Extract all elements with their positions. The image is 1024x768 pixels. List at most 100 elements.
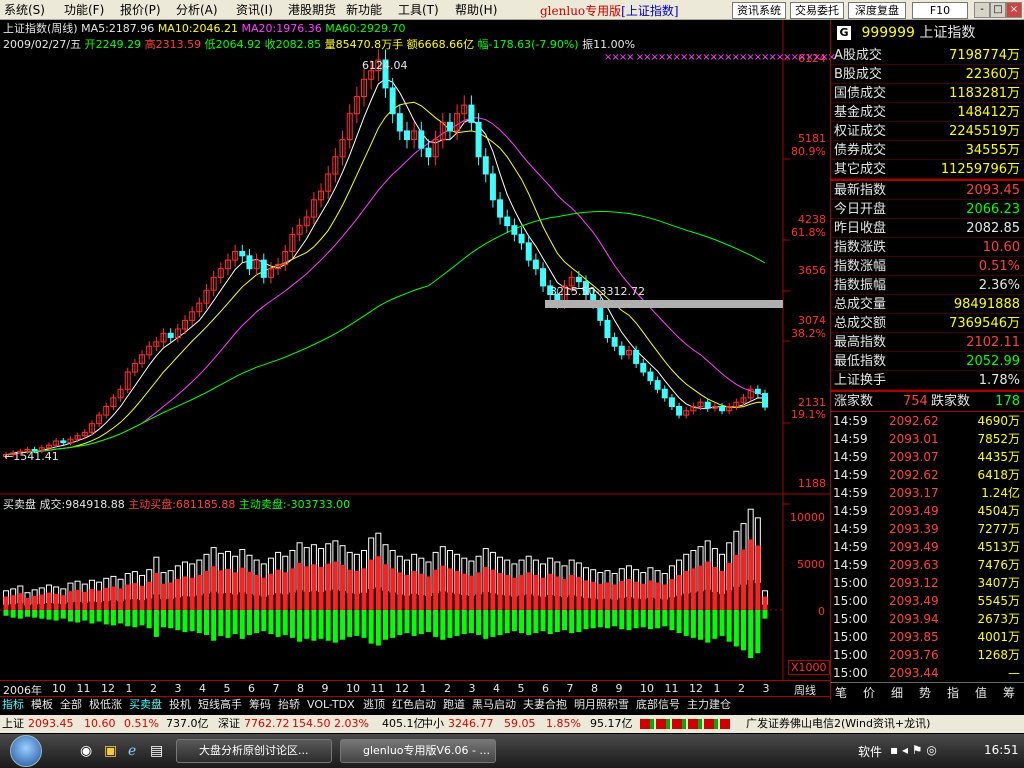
active-sell-bar xyxy=(232,610,238,634)
active-buy-bar xyxy=(647,580,653,610)
menu-tools[interactable]: 工具(T) xyxy=(398,2,439,18)
folder-icon[interactable]: ▣ xyxy=(104,743,117,759)
chrome-icon[interactable]: ◉ xyxy=(80,743,92,759)
indicator-tab[interactable]: 筹码 xyxy=(249,698,271,712)
start-button[interactable] xyxy=(10,735,42,767)
index-row: 指数振幅 2.36% xyxy=(831,276,1024,295)
axis-label: 4238 xyxy=(798,213,826,226)
time-label: 3 xyxy=(762,682,770,695)
menu-function[interactable]: 功能(F) xyxy=(64,2,104,18)
volume-value: 148412万 xyxy=(957,105,1020,120)
sz-percent: 2.03% xyxy=(334,717,369,730)
indicator-tab[interactable]: VOL-TDX xyxy=(307,698,355,712)
maximize-button[interactable]: □ xyxy=(990,2,1006,18)
volume-row: B股成交 22360万 xyxy=(831,65,1024,84)
task-app[interactable]: glenluo专用版V6.06 - ... xyxy=(340,739,496,763)
chart-header: 上证指数(周线) MA5:2187.96 MA10:2046.21 MA20:1… xyxy=(0,21,830,55)
trade-order-button[interactable]: 交易委托 xyxy=(790,2,844,19)
time-label: 9 xyxy=(321,682,329,695)
close-button[interactable]: × xyxy=(1006,2,1022,18)
task-forum[interactable]: 大盘分析原创讨论区... xyxy=(176,739,332,763)
index-value: 2052.99 xyxy=(966,354,1020,369)
trade-list[interactable]: 14:59 2092.62 4690万 14:59 2093.01 7852万 14:59 2… xyxy=(831,412,1024,682)
trade-price: 2093.49 xyxy=(889,504,939,518)
active-sell-bar xyxy=(390,610,396,638)
time-label: 8 xyxy=(297,682,304,695)
indicator-tab[interactable]: 买卖盘 xyxy=(129,698,162,712)
quote-tab[interactable]: 价 xyxy=(863,684,875,701)
menu-info[interactable]: 资讯(I) xyxy=(236,2,273,18)
menu-hk-futures[interactable]: 港股期货 xyxy=(288,2,336,18)
quote-tab[interactable]: 值 xyxy=(975,684,987,701)
quote-tab[interactable]: 细 xyxy=(891,684,903,701)
info-system-button[interactable]: 资讯系统 xyxy=(732,2,786,19)
active-buy-bar xyxy=(741,549,747,610)
active-buy-bar xyxy=(332,561,338,610)
tray-label[interactable]: 软件 xyxy=(858,743,882,760)
menu-help[interactable]: 帮助(H) xyxy=(455,2,497,18)
active-buy-bar xyxy=(619,581,625,610)
active-sell-bar xyxy=(476,610,482,635)
active-buy-bar xyxy=(411,571,417,610)
clock: 16:51 xyxy=(984,743,1019,757)
indicator-tab[interactable]: 跑道 xyxy=(443,698,465,712)
menu-new-features[interactable]: 新功能 xyxy=(346,2,382,18)
trade-qty: 5545万 xyxy=(977,594,1020,608)
indicator-tab[interactable]: 抬轿 xyxy=(278,698,300,712)
indicator-tab[interactable]: 投机 xyxy=(169,698,191,712)
active-sell-bar xyxy=(354,610,360,636)
menu-quote[interactable]: 报价(P) xyxy=(120,2,161,18)
active-buy-bar xyxy=(511,577,517,610)
status-bar: 上证 2093.45 10.60 0.51% 737.0亿 深证 7762.72… xyxy=(0,715,1024,733)
indicator-tab[interactable]: 黑马启动 xyxy=(472,698,516,712)
indicator-tab[interactable]: 模板 xyxy=(31,698,53,712)
active-buy-bar xyxy=(24,597,30,610)
indicator-tab[interactable]: 指标 xyxy=(2,698,24,712)
active-sell-bar xyxy=(182,610,188,633)
ie-icon[interactable]: ℯ xyxy=(128,743,136,759)
candle-body xyxy=(604,319,611,339)
active-sell-bar xyxy=(24,610,30,617)
show-desktop-icon[interactable]: ▤ xyxy=(150,743,163,759)
index-label: 上证换手 xyxy=(834,373,887,388)
active-buy-bar xyxy=(676,575,682,610)
trade-qty: 4001万 xyxy=(977,630,1020,644)
menu-analysis[interactable]: 分析(A) xyxy=(176,2,218,18)
time-label: 1 xyxy=(125,682,133,695)
f10-button[interactable]: F10 xyxy=(912,2,968,19)
quote-tab[interactable]: 势 xyxy=(919,684,931,701)
active-sell-bar xyxy=(626,610,632,631)
indicator-tab[interactable]: 红色启动 xyxy=(392,698,436,712)
indicator-tab[interactable]: 全部 xyxy=(60,698,82,712)
indicator-tab[interactable]: 底部信号 xyxy=(636,698,680,712)
active-buy-bar xyxy=(275,569,281,610)
active-buy-bar xyxy=(726,562,732,610)
kline-chart[interactable] xyxy=(0,20,830,696)
active-sell-bar xyxy=(268,610,274,634)
quote-tab[interactable]: 笔 xyxy=(835,684,847,701)
indicator-tab[interactable]: 逃顶 xyxy=(363,698,385,712)
active-buy-bar xyxy=(340,564,346,610)
indicator-tab[interactable]: 夫妻合抱 xyxy=(523,698,567,712)
active-buy-bar xyxy=(17,593,23,610)
bar-low: 低2064.92 xyxy=(204,38,262,51)
quote-tab[interactable]: 筹 xyxy=(1003,684,1015,701)
indicator-tab[interactable]: 主力建仓 xyxy=(687,698,731,712)
minimize-button[interactable]: - xyxy=(974,2,990,18)
menu-system[interactable]: 系统(S) xyxy=(4,2,45,18)
active-sell-bar xyxy=(540,610,546,632)
tray-icons[interactable]: ▪ ◂ ⚑ ◎ xyxy=(890,743,937,757)
deep-review-button[interactable]: 深度复盘 xyxy=(848,2,906,19)
quote-tab[interactable]: 指 xyxy=(947,684,959,701)
group-badge: G xyxy=(837,26,851,40)
candle-body xyxy=(668,397,675,407)
indicator-tab[interactable]: 极低涨 xyxy=(89,698,122,712)
indicator-tab[interactable]: 短线高手 xyxy=(198,698,242,712)
indicator-tab[interactable]: 明月照积雪 xyxy=(574,698,629,712)
candle-body xyxy=(540,268,547,287)
bar-high: 高2313.59 xyxy=(144,38,202,51)
time-label: 7 xyxy=(272,682,280,695)
volume-row: 权证成交 2245519万 xyxy=(831,122,1024,141)
active-buy-bar xyxy=(239,567,245,610)
volume-value: 1183281万 xyxy=(949,86,1020,101)
